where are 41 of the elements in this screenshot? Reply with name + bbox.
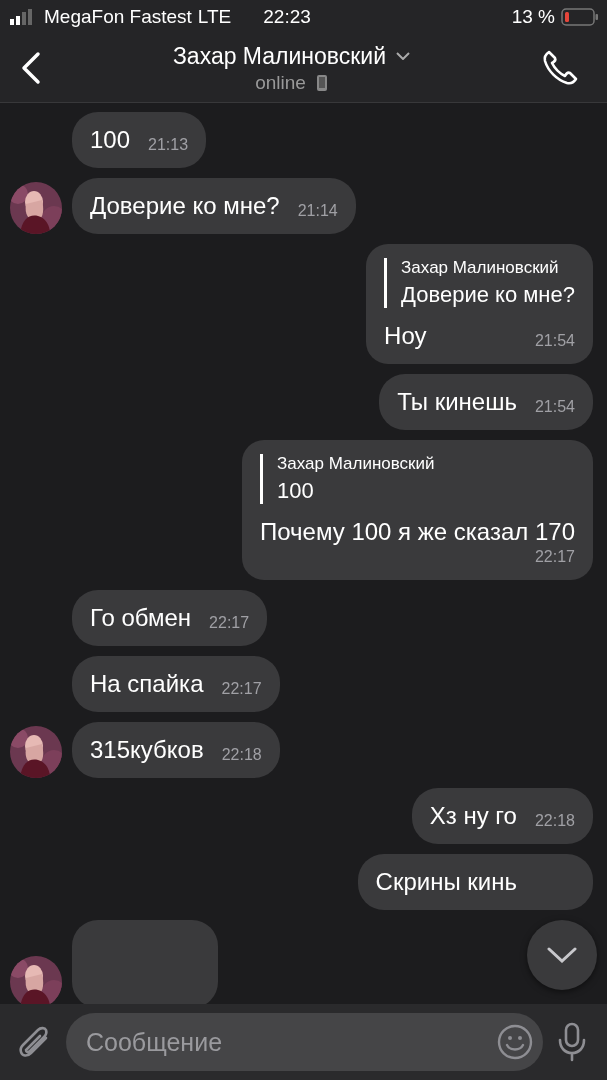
message-time: 22:18 — [221, 746, 262, 764]
carrier-name: MegaFon Fastest — [44, 6, 192, 28]
message-text: Доверие ко мне? — [90, 192, 280, 220]
signal-icon — [10, 9, 34, 25]
message-text: Ты кинешь — [397, 388, 517, 416]
chevron-down-icon[interactable] — [396, 52, 411, 60]
quoted-message[interactable]: Захар Малиновский Доверие ко мне? — [384, 258, 575, 308]
message-time: 21:13 — [148, 136, 189, 154]
quoted-text: 100 — [277, 478, 315, 504]
message-text: 100 — [90, 126, 131, 154]
chevron-down-icon — [547, 947, 577, 963]
emoji-icon[interactable] — [497, 1024, 533, 1060]
message-text: Ноу — [384, 322, 427, 350]
message-text: Почему 100 я же сказал 170 — [260, 518, 575, 546]
battery-icon — [561, 8, 599, 26]
message-time: 21:54 — [534, 332, 575, 350]
phone-icon[interactable] — [541, 49, 579, 87]
message-time: 22:18 — [534, 812, 575, 830]
message-input[interactable]: Сообщение — [66, 1013, 543, 1071]
contact-name[interactable]: Захар Малиновский — [172, 42, 387, 70]
quoted-text: Доверие ко мне? — [401, 282, 575, 308]
network-type: LTE — [197, 6, 232, 28]
message-time: 22:17 — [209, 614, 250, 632]
message-text: Го обмен — [90, 604, 192, 632]
message-text: 315кубков — [90, 736, 204, 764]
online-status: online — [255, 71, 306, 94]
message-text: Хз ну го — [429, 802, 517, 830]
back-icon[interactable] — [20, 51, 42, 85]
message-text: Скрины кинь — [375, 868, 517, 896]
quoted-message[interactable]: Захар Малиновский 100 — [260, 454, 575, 504]
clock: 22:23 — [263, 6, 311, 28]
message-time: 22:17 — [534, 548, 575, 566]
microphone-icon[interactable] — [557, 1022, 587, 1062]
message-time: 21:54 — [534, 398, 575, 416]
message-text: На спайка — [90, 670, 204, 698]
quoted-author: Захар Малиновский — [401, 258, 560, 278]
quoted-author: Захар Малиновский — [277, 454, 436, 474]
battery-percent: 13 % — [511, 6, 555, 28]
message-time: 22:17 — [221, 680, 262, 698]
phone-device-icon — [315, 73, 328, 92]
message-time: 21:14 — [297, 202, 338, 220]
